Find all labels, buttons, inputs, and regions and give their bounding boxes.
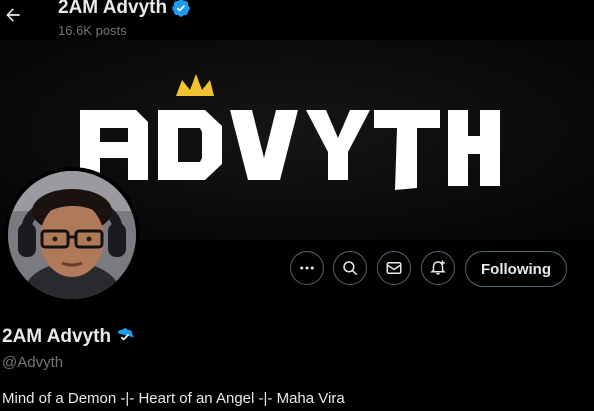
search-profile-button[interactable] [333,251,367,285]
more-button[interactable] [290,251,324,285]
profile-handle: @Advyth [2,354,64,371]
profile-display-name: 2AM Advyth [2,326,112,347]
header-title-row: 2AM Advyth [58,0,191,19]
verified-badge-icon [172,0,190,17]
profile-page: 2AM Advyth 16.6K posts Following 2AM Adv… [0,0,594,411]
header-title: 2AM Advyth [58,0,168,18]
following-button[interactable]: Following [465,251,567,287]
bell-plus-icon [430,260,446,275]
avatar-photo [8,171,136,299]
profile-name-row: 2AM Advyth [2,326,135,348]
profile-header-bar: 2AM Advyth 16.6K posts [0,0,594,40]
verified-badge-icon[interactable] [115,327,135,347]
header-post-count: 16.6K posts [58,23,127,38]
profile-avatar[interactable] [4,167,140,303]
back-arrow-icon [6,8,20,22]
envelope-icon [386,262,402,274]
notify-button[interactable] [421,251,455,285]
avatar-illustration [8,171,136,299]
more-dots-icon [300,266,314,270]
message-button[interactable] [377,251,411,285]
search-icon [343,261,358,276]
profile-bio: Mind of a Demon -|- Heart of an Angel -|… [2,390,345,407]
back-button[interactable] [2,4,24,26]
